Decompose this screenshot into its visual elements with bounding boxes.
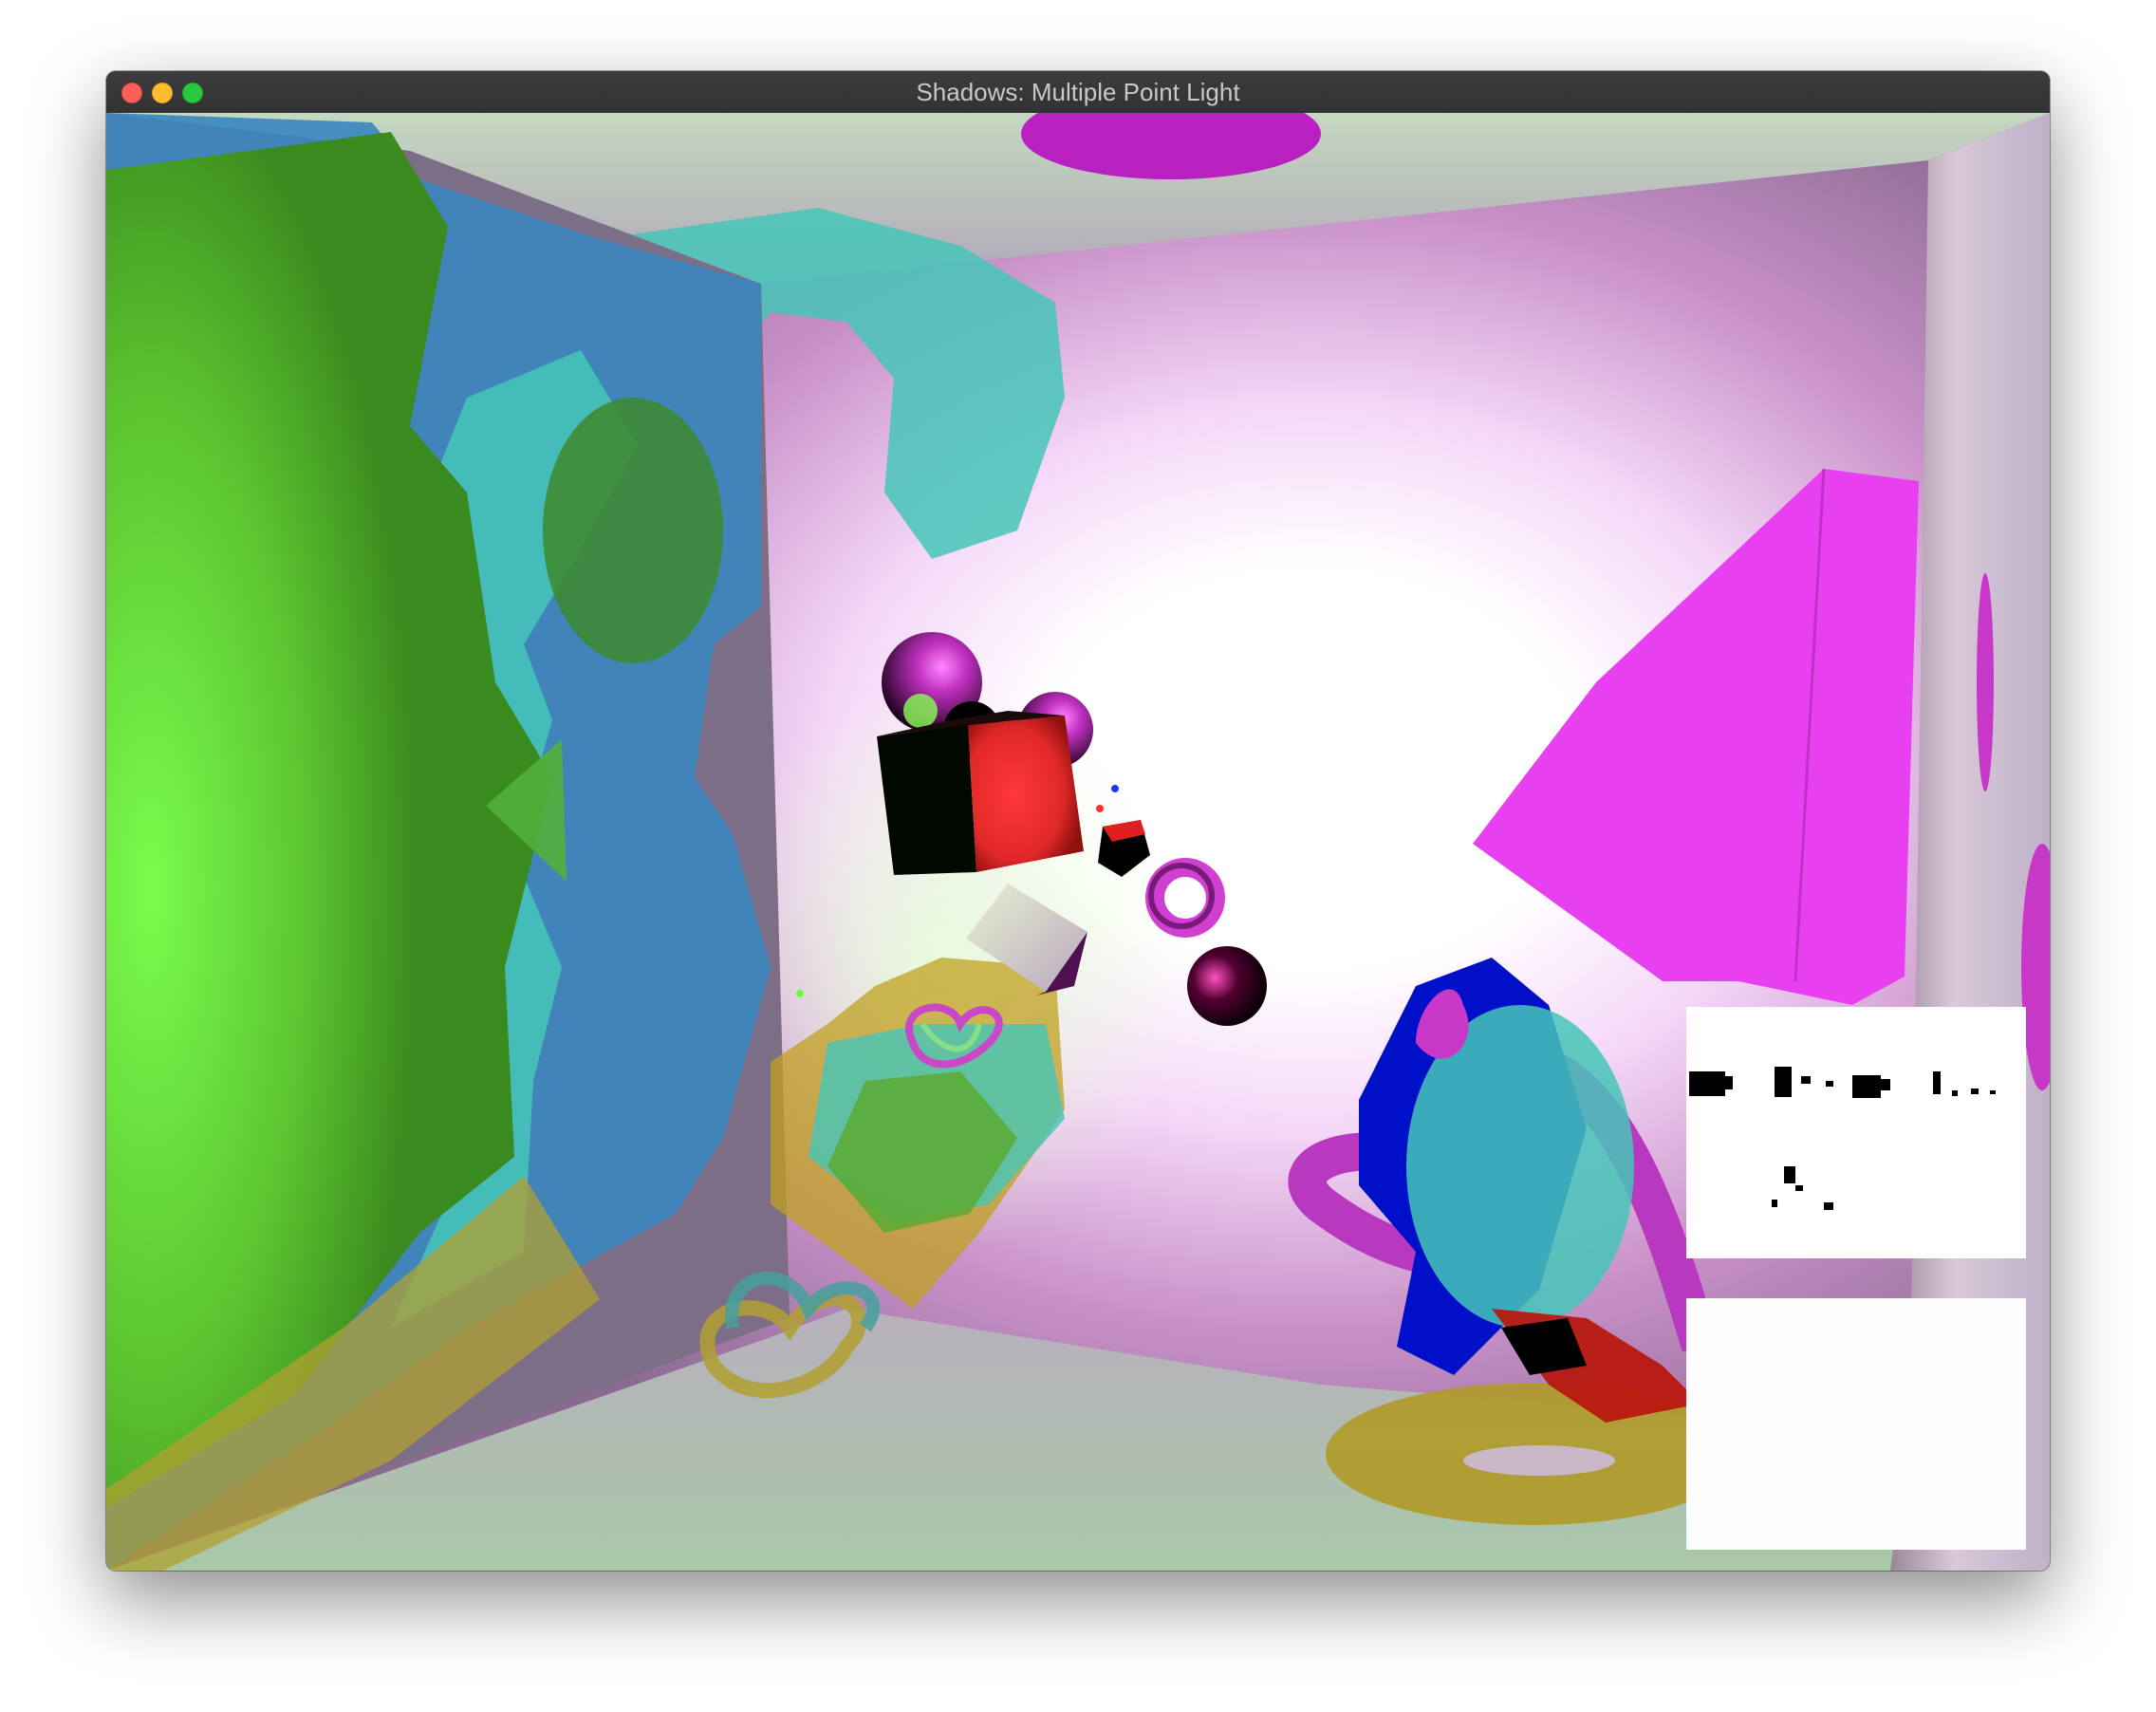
shadow-map-preview-blank xyxy=(1686,1298,2026,1550)
light-point-green xyxy=(796,990,804,997)
shadow-map-preview xyxy=(1686,1007,2026,1258)
cube-red-face xyxy=(968,716,1084,872)
render-viewport[interactable] xyxy=(106,113,2050,1571)
window-title: Shadows: Multiple Point Light xyxy=(916,78,1240,106)
app-window: Shadows: Multiple Point Light xyxy=(106,71,2050,1571)
title-bar[interactable]: Shadows: Multiple Point Light xyxy=(106,71,2050,114)
sphere-object-black xyxy=(1187,946,1267,1026)
scene-canvas xyxy=(106,113,2050,1571)
left-wall-shadow-green-disc xyxy=(543,398,723,663)
light-point-red xyxy=(1096,805,1104,812)
cube-dark-face xyxy=(877,725,976,875)
sphere-highlight xyxy=(903,694,938,728)
light-point-blue xyxy=(1111,785,1119,792)
floor-shadow-hole xyxy=(1463,1445,1615,1476)
right-wall-shadow xyxy=(1977,573,1994,791)
